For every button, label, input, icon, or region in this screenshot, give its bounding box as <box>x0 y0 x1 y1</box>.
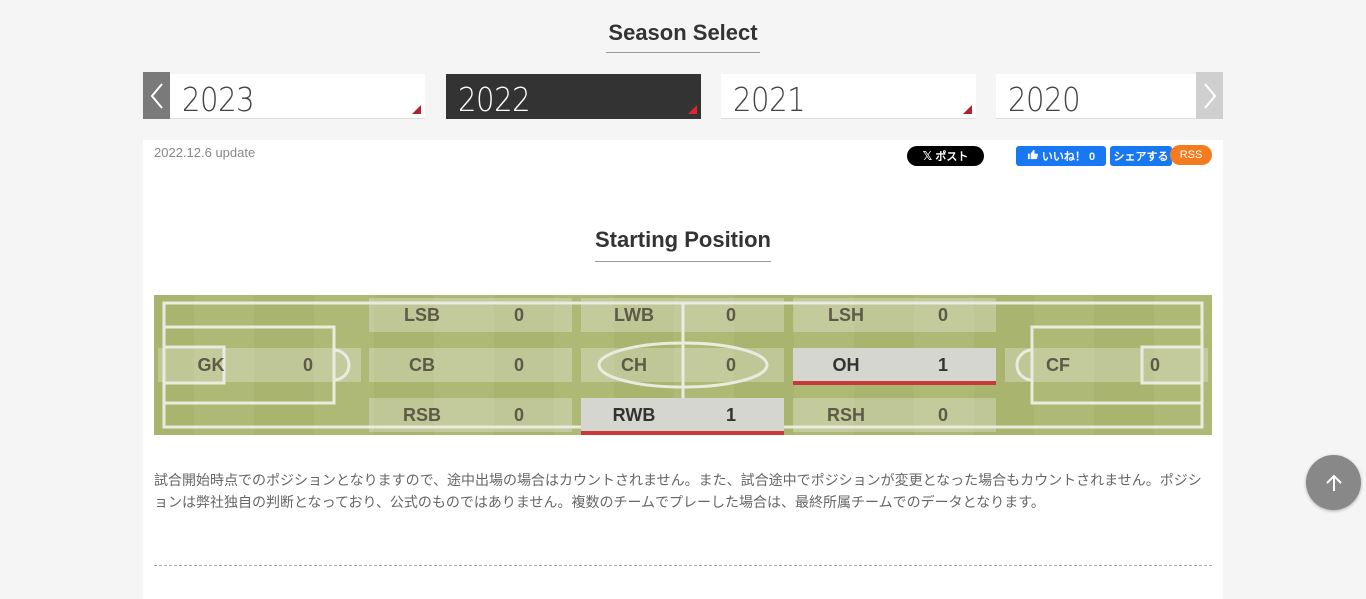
position-lsh: LSH 0 <box>793 298 996 332</box>
position-count: 0 <box>937 304 948 325</box>
position-name: CF <box>1046 354 1070 375</box>
pitch: GK 0 LSB 0 CB 0 RSB 0 LWB 0 CH 0 RWB 1 L… <box>154 295 1212 435</box>
position-name: LSH <box>828 304 864 325</box>
position-rsh: RSH 0 <box>793 398 996 432</box>
position-count: 0 <box>937 404 948 425</box>
position-rwb: RWB 1 <box>581 398 784 435</box>
position-lsb: LSB 0 <box>369 298 572 332</box>
corner-mark <box>963 105 972 114</box>
position-rsb: RSB 0 <box>369 398 572 432</box>
rss-label: RSS <box>1179 149 1203 161</box>
x-post-button[interactable]: 𝕏 ポスト <box>907 146 984 166</box>
x-post-label: ポスト <box>935 151 969 163</box>
facebook-like-button[interactable]: いいね！ 0 <box>1016 146 1106 166</box>
position-note: 試合開始時点でのポジションとなりますので、途中出場の場合はカウントされません。ま… <box>154 472 1202 510</box>
update-date: 2022.12.6 update <box>154 145 256 160</box>
position-name: LWB <box>614 304 654 325</box>
position-name: OH <box>832 354 860 375</box>
position-count: 0 <box>513 404 524 425</box>
chevron-right-icon <box>1203 82 1216 109</box>
position-count: 1 <box>725 404 736 425</box>
scroll-to-top-button[interactable] <box>1306 455 1361 510</box>
season-tab-2020[interactable]: 2020 <box>996 74 1196 119</box>
position-name: CB <box>409 354 435 375</box>
season-tab-2021[interactable]: 2021 <box>721 74 976 119</box>
facebook-share-button[interactable]: シェアする <box>1110 146 1172 166</box>
season-tab-label: 2022 <box>458 80 531 119</box>
season-tab-label: 2021 <box>733 80 806 119</box>
position-count: 0 <box>513 304 524 325</box>
season-tab-2022[interactable]: 2022 <box>446 74 701 119</box>
position-cb: CB 0 <box>369 348 572 382</box>
position-name: RSB <box>402 404 441 425</box>
chevron-left-icon <box>150 82 163 109</box>
position-count: 0 <box>1149 354 1160 375</box>
season-select-title: Season Select <box>606 20 760 53</box>
position-gk: GK 0 <box>158 348 361 382</box>
season-tab-2023[interactable]: 2023 <box>170 74 425 119</box>
position-count: 0 <box>513 354 524 375</box>
position-count: 0 <box>725 304 736 325</box>
position-name: GK <box>197 354 225 375</box>
corner-mark <box>688 105 697 114</box>
position-count: 0 <box>302 354 313 375</box>
season-tabs: 2023 2022 2021 2020 <box>143 72 1223 120</box>
arrow-up-icon <box>1325 474 1342 491</box>
position-name: RWB <box>612 404 656 425</box>
starting-position-title: Starting Position <box>595 227 771 262</box>
rss-button[interactable]: RSS <box>1170 145 1212 165</box>
prev-season-button[interactable] <box>143 72 170 119</box>
position-count: 1 <box>937 354 948 375</box>
position-name: LSB <box>404 304 440 325</box>
share-label: シェアする <box>1113 151 1169 163</box>
position-oh: OH 1 <box>793 348 996 385</box>
position-cf: CF 0 <box>1005 348 1208 382</box>
position-name: RSH <box>826 404 865 425</box>
corner-mark <box>412 105 421 114</box>
position-lwb: LWB 0 <box>581 298 784 332</box>
like-label: いいね！ 0 <box>1041 151 1096 163</box>
season-tab-label: 2023 <box>182 80 255 119</box>
next-season-button[interactable] <box>1196 72 1223 119</box>
thumbs-up-icon <box>1027 149 1038 163</box>
starting-position-heading: Starting Position <box>143 227 1223 262</box>
position-ch: CH 0 <box>581 348 784 382</box>
position-count: 0 <box>725 354 736 375</box>
section-divider <box>154 565 1212 566</box>
position-name: CH <box>621 354 647 375</box>
x-logo-icon: 𝕏 <box>922 149 933 163</box>
season-tab-label: 2020 <box>1008 80 1081 119</box>
season-select-heading: Season Select <box>0 20 1366 53</box>
content-panel: 2022.12.6 update 𝕏 ポスト いいね！ 0 シェアする RSS … <box>143 140 1223 599</box>
